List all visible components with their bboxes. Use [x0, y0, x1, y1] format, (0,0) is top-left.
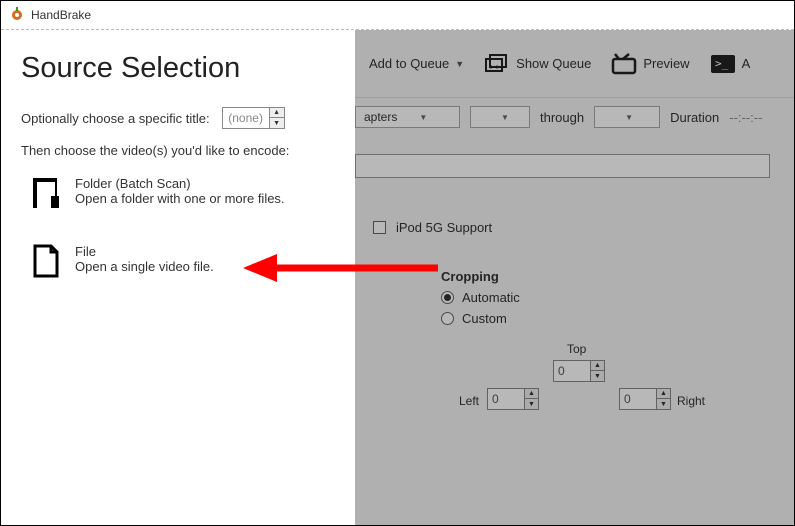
activity-button[interactable]: >_ A	[702, 47, 759, 81]
chapter-start-select[interactable]: ▼	[470, 106, 530, 128]
folder-option-desc: Open a folder with one or more files.	[75, 191, 285, 206]
encode-instruction: Then choose the video(s) you'd like to e…	[21, 143, 335, 158]
content-area: Source Selection Optionally choose a spe…	[1, 30, 794, 525]
title-spinner-buttons[interactable]: ▲ ▼	[269, 108, 284, 128]
title-spinner-input[interactable]	[223, 108, 269, 128]
output-path-field[interactable]	[355, 154, 770, 178]
duration-value: --:--:--	[729, 110, 762, 125]
cropping-section: Cropping Automatic Custom Top ▲	[441, 269, 770, 326]
chevron-down-icon: ▼	[455, 59, 464, 69]
range-type-value: apters	[364, 110, 397, 124]
file-icon	[31, 244, 61, 278]
crop-auto-label: Automatic	[462, 290, 520, 305]
chapter-end-select[interactable]: ▼	[594, 106, 660, 128]
open-file-option[interactable]: File Open a single video file.	[31, 244, 335, 278]
source-heading: Source Selection	[21, 52, 335, 85]
show-queue-label: Show Queue	[516, 56, 591, 71]
crop-right-spinner[interactable]: ▲▼	[619, 388, 671, 410]
svg-text:>_: >_	[715, 57, 729, 70]
crop-left-input[interactable]	[488, 389, 524, 409]
crop-custom-radio[interactable]	[441, 312, 454, 325]
title-picker-row: Optionally choose a specific title: ▲ ▼	[21, 107, 335, 129]
chevron-down-icon: ▼	[501, 113, 509, 122]
preview-label: Preview	[643, 56, 689, 71]
activity-cut-label: A	[742, 56, 751, 71]
crop-left-spinner[interactable]: ▲▼	[487, 388, 539, 410]
ipod-checkbox[interactable]	[373, 221, 386, 234]
add-to-queue-button[interactable]: Add to Queue ▼	[361, 50, 472, 77]
folder-option-title: Folder (Batch Scan)	[75, 176, 285, 191]
crop-top-spinner[interactable]: ▲▼	[553, 360, 605, 382]
open-folder-option[interactable]: Folder (Batch Scan) Open a folder with o…	[31, 176, 335, 210]
tv-icon	[611, 53, 637, 75]
handbrake-logo-icon	[9, 7, 25, 23]
file-option-title: File	[75, 244, 214, 259]
show-queue-button[interactable]: Show Queue	[476, 47, 599, 81]
crop-auto-radio[interactable]	[441, 291, 454, 304]
add-queue-label: Add to Queue	[369, 56, 449, 71]
spinner-down-icon[interactable]: ▼	[270, 118, 284, 128]
crop-right-label: Right	[677, 394, 705, 408]
preview-button[interactable]: Preview	[603, 47, 697, 81]
terminal-icon: >_	[710, 53, 736, 75]
spinner-up-icon[interactable]: ▲	[270, 108, 284, 118]
queue-icon	[484, 53, 510, 75]
title-bar: HandBrake	[1, 1, 794, 29]
duration-label: Duration	[670, 110, 719, 125]
app-window: HandBrake Source Selection Optionally ch…	[0, 0, 795, 526]
title-picker-label: Optionally choose a specific title:	[21, 111, 210, 126]
through-label: through	[540, 110, 584, 125]
range-type-select[interactable]: apters ▼	[355, 106, 460, 128]
crop-custom-label: Custom	[462, 311, 507, 326]
chapters-row: apters ▼ ▼ through ▼ Duration --:--:--	[355, 106, 770, 128]
crop-left-label: Left	[459, 394, 479, 408]
crop-right-input[interactable]	[620, 389, 656, 409]
title-spinner[interactable]: ▲ ▼	[222, 107, 285, 129]
toolbar: Add to Queue ▼ Show Queue Preview	[355, 30, 794, 98]
source-selection-panel: Source Selection Optionally choose a spe…	[1, 30, 355, 525]
crop-top-label: Top	[567, 342, 586, 356]
chevron-down-icon: ▼	[625, 113, 633, 122]
main-area: Add to Queue ▼ Show Queue Preview	[355, 30, 794, 525]
cropping-title: Cropping	[441, 269, 770, 284]
crop-top-input[interactable]	[554, 361, 590, 381]
ipod-label: iPod 5G Support	[396, 220, 492, 235]
file-option-desc: Open a single video file.	[75, 259, 214, 274]
app-title: HandBrake	[31, 8, 91, 22]
controls-area: apters ▼ ▼ through ▼ Duration --:--:--	[355, 98, 794, 350]
chevron-down-icon: ▼	[419, 113, 427, 122]
folder-icon	[31, 176, 61, 210]
